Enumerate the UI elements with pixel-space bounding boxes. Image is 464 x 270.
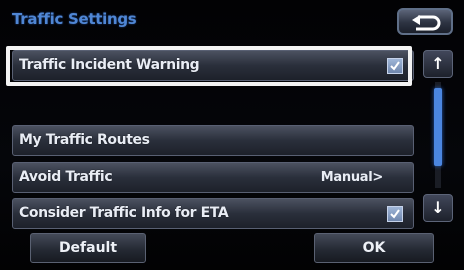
scroll-down-button[interactable]: ↓ [423, 194, 453, 222]
default-button[interactable]: Default [30, 233, 146, 263]
avoid-traffic-label: Avoid Traffic [19, 169, 113, 185]
back-button[interactable] [397, 8, 453, 35]
my-traffic-routes-label: My Traffic Routes [19, 132, 150, 148]
avoid-traffic-value: Manual> [320, 170, 384, 185]
my-traffic-routes-row[interactable]: My Traffic Routes [12, 125, 414, 156]
scroll-up-button[interactable]: ↑ [423, 50, 453, 78]
title-bar: Traffic Settings [10, 6, 350, 36]
consider-traffic-eta-label: Consider Traffic Info for ETA [19, 205, 229, 221]
ok-button[interactable]: OK [314, 233, 434, 263]
return-arrow-icon [412, 15, 441, 31]
scroll-thumb[interactable] [434, 88, 442, 166]
avoid-traffic-row[interactable]: Avoid Traffic Manual> [12, 162, 414, 193]
consider-traffic-eta-checkbox[interactable] [387, 206, 403, 222]
selection-highlight [6, 46, 412, 86]
consider-traffic-eta-row[interactable]: Consider Traffic Info for ETA [12, 198, 414, 229]
traffic-settings-screen: Traffic Settings Traffic Incident Warnin… [0, 0, 464, 270]
page-title: Traffic Settings [12, 10, 137, 28]
check-icon [390, 209, 400, 219]
scrollbar[interactable]: ↑ ↓ [423, 48, 453, 224]
